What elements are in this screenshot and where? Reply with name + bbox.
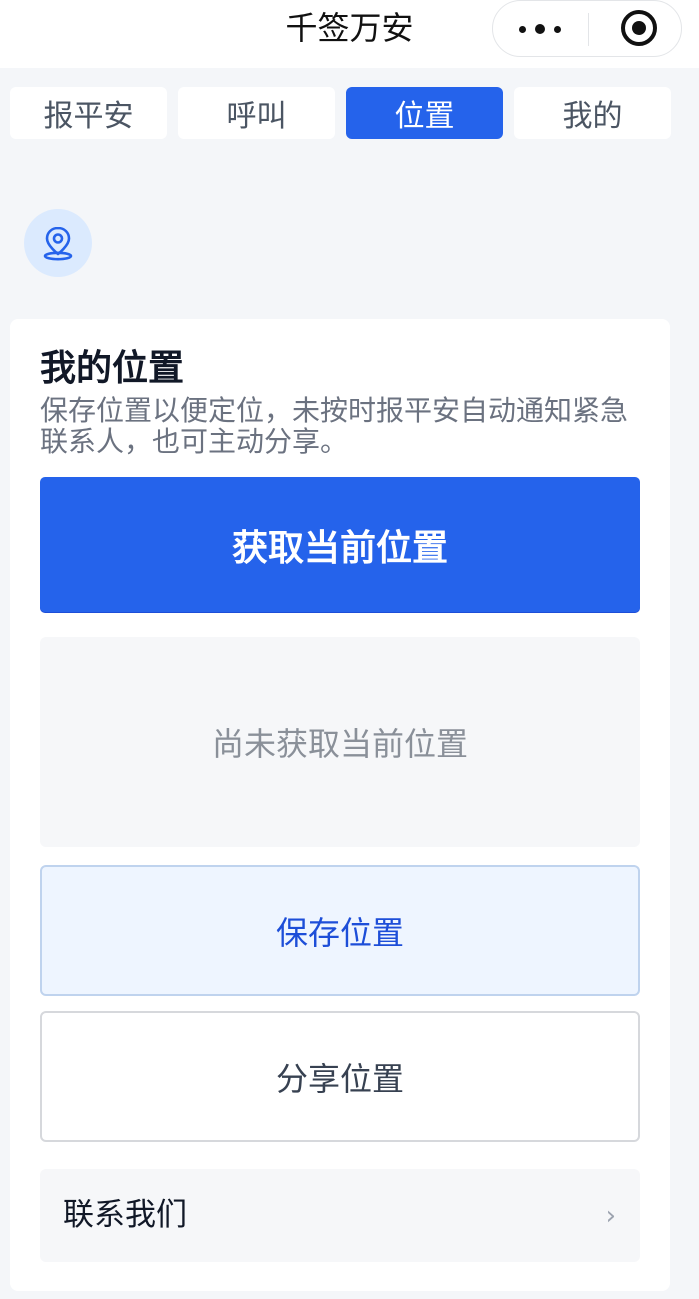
card-title: 我的位置 — [40, 348, 185, 389]
tab-mine[interactable]: 我的 — [514, 87, 671, 139]
tab-bar: 报平安 呼叫 位置 我的 — [10, 87, 671, 139]
tab-report-safe[interactable]: 报平安 — [10, 87, 167, 139]
map-pin-icon — [43, 226, 73, 261]
contact-us-row[interactable]: 联系我们 › — [40, 1169, 640, 1262]
card-description: 保存位置以便定位，未按时报平安自动通知紧急联系人，也可主动分享。 — [40, 394, 629, 458]
contact-us-label: 联系我们 — [63, 1197, 187, 1233]
more-dots-icon[interactable] — [519, 21, 561, 37]
mini-program-capsule — [492, 0, 682, 57]
location-card: 我的位置 保存位置以便定位，未按时报平安自动通知紧急联系人，也可主动分享。 获取… — [10, 319, 670, 1291]
capsule-divider — [588, 13, 589, 46]
tab-location[interactable]: 位置 — [346, 87, 503, 139]
share-location-button[interactable]: 分享位置 — [40, 1011, 640, 1142]
location-badge — [24, 209, 92, 277]
navbar: 千签万安 — [0, 0, 699, 68]
get-location-button[interactable]: 获取当前位置 — [40, 477, 640, 612]
location-status: 尚未获取当前位置 — [40, 637, 640, 847]
target-close-icon[interactable] — [621, 10, 657, 46]
tab-call[interactable]: 呼叫 — [178, 87, 335, 139]
save-location-button[interactable]: 保存位置 — [40, 865, 640, 996]
chevron-right-icon: › — [605, 1201, 616, 1231]
